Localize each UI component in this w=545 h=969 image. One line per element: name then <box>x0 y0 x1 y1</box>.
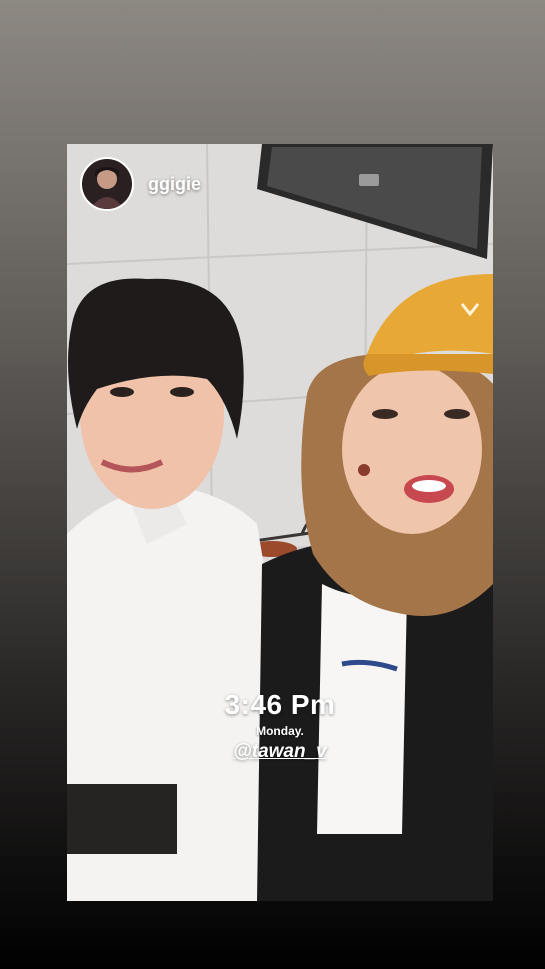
day-label: Monday. <box>256 724 304 738</box>
time-label: 3:46 Pm <box>224 689 336 720</box>
time-sticker: 3:46 Pm Monday. @tawan_v <box>67 689 493 763</box>
mention-link[interactable]: @tawan_v <box>233 741 327 763</box>
story-photo <box>67 144 493 901</box>
avatar[interactable] <box>80 157 134 211</box>
story-frame[interactable]: ggigie 3:46 Pm Monday. @tawan_v <box>67 144 493 901</box>
profile-photo-icon <box>82 159 132 209</box>
username[interactable]: ggigie <box>148 174 201 195</box>
